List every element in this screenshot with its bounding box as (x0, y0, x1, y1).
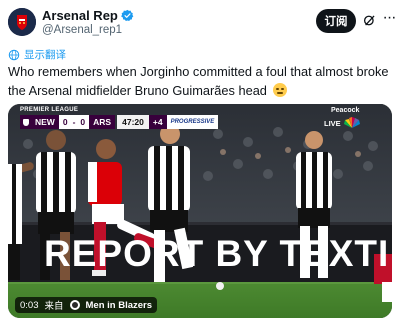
display-name[interactable]: Arsenal Rep (42, 8, 118, 23)
source-prefix: 来自 (44, 301, 64, 312)
advertising-board: REPORT BY TEXTI (44, 233, 389, 274)
peacock-icon (344, 117, 360, 128)
video-frame (8, 104, 392, 318)
league-label: PREMIER LEAGUE (20, 107, 79, 113)
scorebug: NEW 0 - 0 ARS 47:20 +4 PROGRESSIVE (20, 115, 219, 129)
name-row: Arsenal Rep (42, 8, 134, 23)
follow-button[interactable]: 订阅 (316, 9, 356, 33)
grok-icon[interactable] (363, 14, 376, 27)
away-team: ARS (89, 115, 116, 129)
home-score: 0 (58, 115, 72, 129)
video-source-link[interactable]: Men in Blazers (86, 300, 153, 311)
verified-badge-icon (120, 9, 134, 22)
tweet-body: Who remembers when Jorginho committed a … (8, 64, 389, 98)
translate-row[interactable]: 显示翻译 (8, 47, 66, 62)
show-translation-link[interactable]: 显示翻译 (24, 47, 66, 62)
video-info-overlay: 0:03 来自 Men in Blazers (15, 297, 158, 313)
video-timestamp: 0:03 (20, 299, 39, 311)
advertising-board-text: REPORT BY TEXTI (44, 233, 389, 274)
premier-league-crest-icon (20, 115, 31, 129)
live-badge: LIVE (324, 119, 341, 128)
match-clock: 47:20 (117, 115, 149, 129)
home-team: NEW (31, 115, 59, 129)
arsenal-crest-icon (8, 8, 36, 36)
tweet-text: Who remembers when Jorginho committed a … (8, 62, 396, 100)
translate-icon (8, 49, 20, 60)
video-player[interactable]: PREMIER LEAGUE NEW 0 - 0 ARS 47:20 +4 PR… (8, 104, 392, 318)
worried-face-emoji-icon (272, 83, 287, 97)
added-time: +4 (148, 115, 167, 129)
broadcaster-logo: Peacock (331, 107, 360, 114)
handle[interactable]: @Arsenal_rep1 (42, 24, 122, 36)
source-avatar-icon (69, 300, 80, 310)
more-icon[interactable]: ··· (380, 10, 398, 28)
away-score: 0 (76, 115, 90, 129)
avatar[interactable] (8, 8, 36, 36)
sponsor-label: PROGRESSIVE (166, 115, 219, 129)
tweet-header: Arsenal Rep @Arsenal_rep1 订阅 ··· (0, 0, 400, 44)
